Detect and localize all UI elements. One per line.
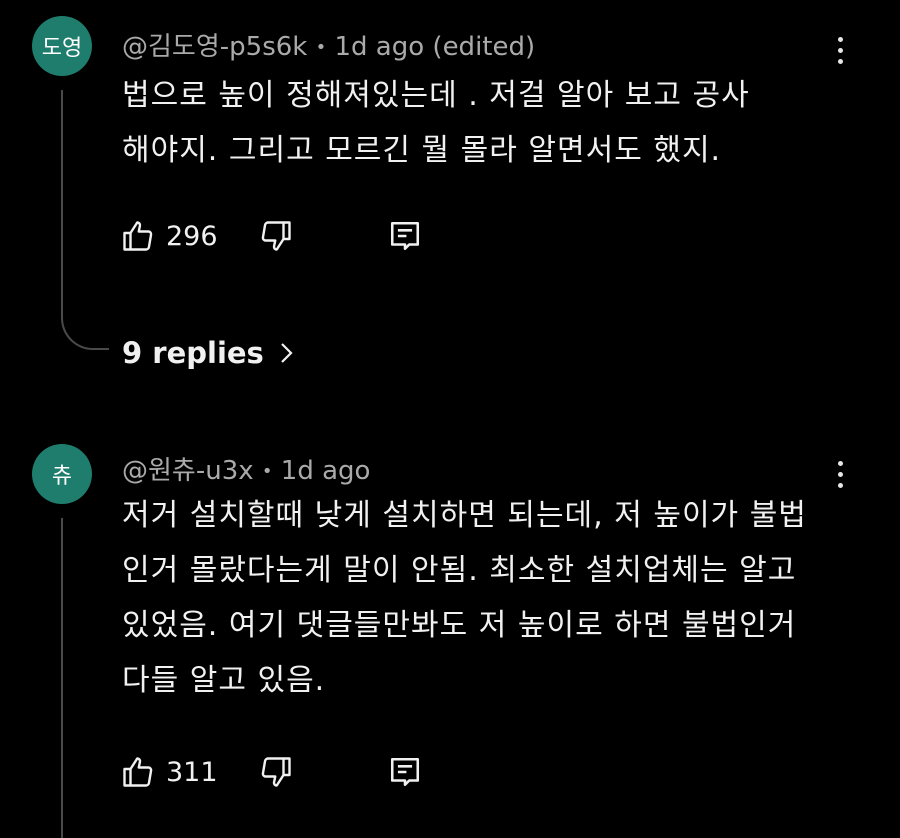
thumb-down-icon (261, 757, 291, 787)
reply-comment-icon (390, 757, 420, 787)
like-button[interactable]: 296 (120, 216, 218, 256)
dislike-button[interactable] (258, 752, 294, 792)
view-replies-button[interactable]: 9 replies (122, 336, 294, 370)
reply-button[interactable] (388, 752, 422, 792)
comment-time: 1d ago (edited) (334, 32, 536, 62)
comment-text-line: 해야지. 그리고 모르긴 뭘 몰라 알면서도 했지. (122, 133, 722, 168)
comment-text-line: 있었음. 여기 댓글들만봐도 저 높이로 하면 불법인거 (122, 608, 797, 643)
chevron-right-icon (281, 343, 293, 363)
thread-line (61, 518, 63, 838)
author-name[interactable]: @원츄-u3x (122, 456, 254, 486)
avatar-initials: 도영 (41, 36, 83, 61)
thumb-down-icon (261, 221, 291, 251)
more-vert-icon-dot (837, 471, 843, 477)
more-vert-icon (837, 36, 843, 42)
more-vert-icon-dot (837, 482, 843, 488)
thread-line (61, 90, 63, 315)
comment-meta: @원츄-u3x • 1d ago (122, 450, 370, 487)
comment-text-line: 저거 설치할때 낮게 설치하면 되는데, 저 높이가 불법 (122, 498, 807, 533)
comment-1: 도영 @김도영-p5s6k • 1d ago (edited) 법으로 높이 정… (0, 0, 900, 400)
more-options-button[interactable] (828, 30, 852, 70)
dislike-button[interactable] (258, 216, 294, 256)
reply-button[interactable] (388, 216, 422, 256)
comment-2: 츄 @원츄-u3x • 1d ago 저거 설치할때 낮게 설치하면 되는데, … (0, 430, 900, 838)
more-options-button[interactable] (828, 454, 852, 494)
reply-comment-icon (390, 221, 420, 251)
thumb-up-icon (123, 221, 153, 251)
more-vert-icon-dot (837, 47, 843, 53)
meta-separator: • (261, 461, 273, 482)
like-button[interactable]: 311 (120, 752, 218, 792)
replies-label: 9 replies (122, 336, 264, 370)
comment-time: 1d ago (280, 456, 371, 486)
avatar[interactable]: 츄 (32, 444, 92, 504)
comment-text: 저거 설치할때 낮게 설치하면 되는데, 저 높이가 불법 인거 몰랐다는게 말… (122, 488, 822, 708)
author-name[interactable]: @김도영-p5s6k (122, 32, 307, 62)
like-count: 296 (166, 220, 218, 252)
comment-text-line: 법으로 높이 정해져있는데 . 저걸 알아 보고 공사 (122, 78, 750, 113)
more-vert-icon (837, 460, 843, 466)
meta-separator: • (315, 37, 327, 58)
thread-line-curve (61, 310, 109, 350)
thumb-up-icon (123, 757, 153, 787)
avatar[interactable]: 도영 (32, 16, 92, 76)
comment-meta: @김도영-p5s6k • 1d ago (edited) (122, 26, 535, 63)
comment-text-line: 인거 몰랐다는게 말이 안됨. 최소한 설치업체는 알고 (122, 553, 797, 588)
comment-text-line: 다들 알고 있음. (122, 663, 326, 698)
like-count: 311 (166, 756, 218, 788)
more-vert-icon-dot (837, 58, 843, 64)
avatar-initials: 츄 (51, 464, 73, 489)
comment-text: 법으로 높이 정해져있는데 . 저걸 알아 보고 공사 해야지. 그리고 모르긴… (122, 68, 822, 178)
